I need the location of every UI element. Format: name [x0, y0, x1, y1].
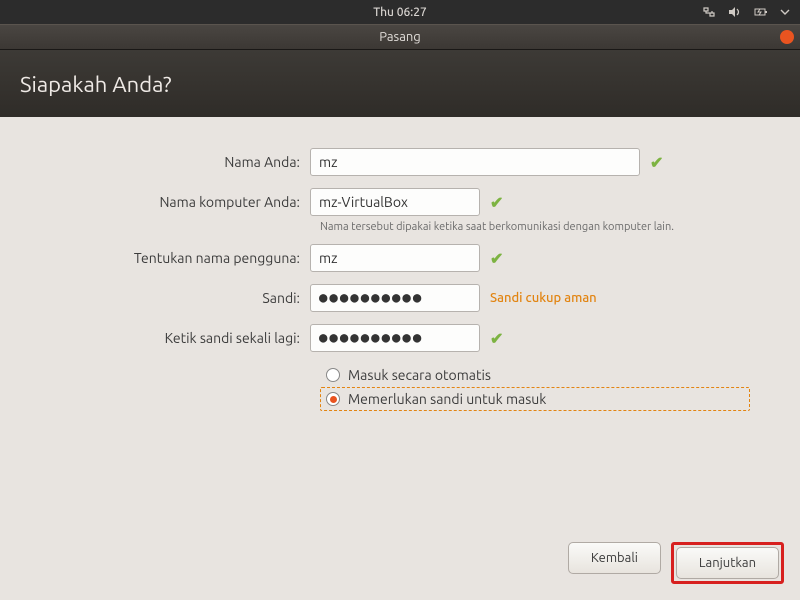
username-label: Tentukan nama pengguna: — [40, 250, 310, 266]
user-form: Nama Anda: ✔ Nama komputer Anda: ✔ Nama … — [0, 117, 800, 431]
password-input[interactable] — [310, 284, 480, 312]
system-topbar: Thu 06:27 — [0, 0, 800, 24]
check-icon: ✔ — [650, 153, 663, 172]
footer-buttons: Kembali Lanjutkan — [568, 542, 784, 584]
network-icon[interactable] — [702, 6, 716, 18]
dropdown-icon[interactable] — [780, 6, 790, 18]
system-tray — [702, 6, 790, 18]
computer-label: Nama komputer Anda: — [40, 194, 310, 210]
continue-button[interactable]: Lanjutkan — [676, 547, 779, 579]
highlight-frame: Lanjutkan — [671, 542, 784, 584]
back-button[interactable]: Kembali — [568, 542, 661, 574]
window-title: Pasang — [379, 30, 421, 44]
password-strength: Sandi cukup aman — [490, 291, 597, 305]
radio-icon — [326, 392, 340, 406]
option-auto-login[interactable]: Masuk secara otomatis — [320, 363, 760, 387]
password-label: Sandi: — [40, 290, 310, 306]
check-icon: ✔ — [490, 249, 503, 268]
computer-input[interactable] — [310, 188, 480, 216]
close-icon[interactable] — [780, 30, 794, 44]
row-confirm: Ketik sandi sekali lagi: ✔ — [40, 323, 760, 353]
battery-icon[interactable] — [754, 6, 768, 18]
username-input[interactable] — [310, 244, 480, 272]
option-auto-label: Masuk secara otomatis — [348, 367, 491, 383]
page-title: Siapakah Anda? — [20, 72, 780, 97]
name-label: Nama Anda: — [40, 154, 310, 170]
name-input[interactable] — [310, 148, 640, 176]
row-password: Sandi: Sandi cukup aman — [40, 283, 760, 313]
clock: Thu 06:27 — [373, 6, 427, 19]
row-computer: Nama komputer Anda: ✔ — [40, 187, 760, 217]
login-options: Masuk secara otomatis Memerlukan sandi u… — [320, 363, 760, 411]
check-icon: ✔ — [490, 193, 503, 212]
page-heading: Siapakah Anda? — [0, 50, 800, 117]
confirm-label: Ketik sandi sekali lagi: — [40, 330, 310, 346]
window-titlebar: Pasang — [0, 24, 800, 50]
option-require-label: Memerlukan sandi untuk masuk — [348, 391, 546, 407]
computer-hint: Nama tersebut dipakai ketika saat berkom… — [320, 221, 760, 233]
option-require-password[interactable]: Memerlukan sandi untuk masuk — [320, 387, 750, 411]
row-username: Tentukan nama pengguna: ✔ — [40, 243, 760, 273]
check-icon: ✔ — [490, 329, 503, 348]
row-name: Nama Anda: ✔ — [40, 147, 760, 177]
sound-icon[interactable] — [728, 6, 742, 18]
radio-icon — [326, 368, 340, 382]
confirm-input[interactable] — [310, 324, 480, 352]
